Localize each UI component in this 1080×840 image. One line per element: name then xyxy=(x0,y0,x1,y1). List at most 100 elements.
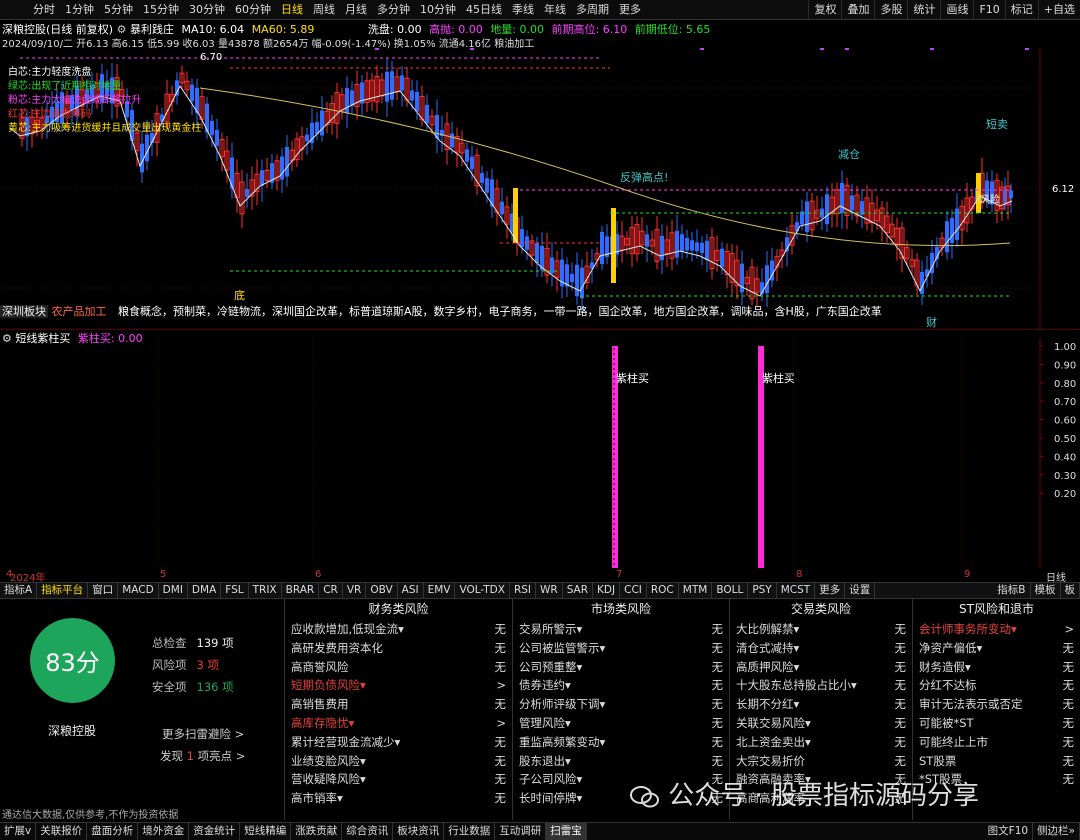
risk-item[interactable]: 应收款增加,低现金流▾ 无 xyxy=(285,620,512,639)
indicator-tab[interactable]: ASI xyxy=(398,583,424,598)
risk-item[interactable]: 高库存隐忧▾ > xyxy=(285,714,512,733)
risk-item[interactable]: 十大股东总持股占比小▾ 无 xyxy=(730,676,912,695)
score-circle[interactable]: 83分 xyxy=(30,618,115,703)
period-tab[interactable]: 日线 xyxy=(276,3,308,17)
period-tab[interactable]: 周线 xyxy=(308,3,340,17)
period-tab[interactable]: 多分钟 xyxy=(372,3,415,17)
indicator-tab[interactable]: FSL xyxy=(221,583,249,598)
risk-item[interactable]: ST股票 无 xyxy=(913,752,1080,771)
risk-item[interactable]: 高商誉风险 无 xyxy=(285,658,512,677)
indicator-tab[interactable]: OBV xyxy=(366,583,398,598)
indicator-tab[interactable]: TRIX xyxy=(249,583,282,598)
risk-item[interactable]: 交易所警示▾ 无 xyxy=(513,620,729,639)
risk-item[interactable]: 营收疑降风险▾ 无 xyxy=(285,770,512,789)
period-tab[interactable]: 更多 xyxy=(614,3,646,17)
risk-item[interactable]: 债券违约▾ 无 xyxy=(513,676,729,695)
bottom-tab[interactable]: 板块资讯 xyxy=(393,823,445,840)
tool-button[interactable]: 复权 xyxy=(808,0,841,20)
risk-item[interactable]: 重监高频繁变动▾ 无 xyxy=(513,733,729,752)
indicator-tab[interactable]: DMA xyxy=(188,583,222,598)
risk-item[interactable]: 审计无法表示或否定 无 xyxy=(913,695,1080,714)
bottom-tab[interactable]: 盘面分析 xyxy=(87,823,139,840)
period-tab[interactable]: 15分钟 xyxy=(138,3,184,17)
period-tab[interactable]: 10分钟 xyxy=(415,3,461,17)
risk-item[interactable]: 高研发费用资本化 无 xyxy=(285,639,512,658)
indicator-tab[interactable]: 指标平台 xyxy=(37,583,89,598)
indicator-tab[interactable]: BRAR xyxy=(282,583,320,598)
indicator-tab[interactable]: VR xyxy=(343,583,367,598)
risk-item[interactable]: 高销售费用 无 xyxy=(285,695,512,714)
risk-item[interactable]: 高市销率▾ 无 xyxy=(285,789,512,808)
period-tab[interactable]: 季线 xyxy=(507,3,539,17)
indicator-tab[interactable]: MACD xyxy=(118,583,159,598)
bottom-tab[interactable]: 互动调研 xyxy=(495,823,547,840)
tool-button[interactable]: F10 xyxy=(973,0,1004,20)
tool-button[interactable]: 画线 xyxy=(940,0,973,20)
risk-item[interactable]: 分红不达标 无 xyxy=(913,676,1080,695)
bottom-tab[interactable]: 短线精编 xyxy=(240,823,292,840)
risk-item[interactable]: 业绩变脸风险▾ 无 xyxy=(285,752,512,771)
bottom-tab[interactable]: 综合资讯 xyxy=(342,823,394,840)
indicator-tab[interactable]: MCST xyxy=(777,583,816,598)
tool-button[interactable]: 统计 xyxy=(907,0,940,20)
indicator-tab[interactable]: CCI xyxy=(620,583,647,598)
risk-item[interactable]: 可能被*ST 无 xyxy=(913,714,1080,733)
period-tab[interactable]: 月线 xyxy=(340,3,372,17)
period-tab[interactable]: 多周期 xyxy=(571,3,614,17)
more-scan-link[interactable]: 更多扫雷避险 > xyxy=(162,726,244,742)
bottom-tab[interactable]: 资金统计 xyxy=(189,823,241,840)
period-tab[interactable]: 5分钟 xyxy=(99,3,138,17)
indicator-tab[interactable]: KDJ xyxy=(593,583,621,598)
period-tab[interactable]: 分时 xyxy=(28,3,60,17)
risk-item[interactable]: 清仓式减持▾ 无 xyxy=(730,639,912,658)
risk-item[interactable]: 财务造假▾ 无 xyxy=(913,658,1080,677)
bottom-tab[interactable]: 行业数据 xyxy=(444,823,496,840)
indicator-tab[interactable]: WR xyxy=(536,583,563,598)
indicator-tab[interactable]: VOL-TDX xyxy=(455,583,510,598)
risk-item[interactable]: 净资产偏低▾ 无 xyxy=(913,639,1080,658)
bottom-tab[interactable]: 境外资金 xyxy=(138,823,190,840)
period-tab[interactable]: 1分钟 xyxy=(60,3,99,17)
risk-item[interactable]: 累计经营现金流减少▾ 无 xyxy=(285,733,512,752)
bottom-right-tab[interactable]: 图文F10 xyxy=(984,823,1034,840)
tool-button[interactable]: 叠加 xyxy=(841,0,874,20)
indicator-tab[interactable]: 更多 xyxy=(815,583,846,598)
risk-item[interactable]: 高质押风险▾ 无 xyxy=(730,658,912,677)
bottom-right-tab[interactable]: 侧边栏» xyxy=(1033,823,1080,840)
indicator-tab[interactable]: CR xyxy=(319,583,343,598)
bottom-tab[interactable]: 扫雷宝 xyxy=(546,823,587,840)
indicator-tab-right[interactable]: 指标B xyxy=(993,583,1031,598)
indicator-tab[interactable]: SAR xyxy=(563,583,594,598)
bottom-tab[interactable]: 涨跌贡献 xyxy=(291,823,343,840)
highlight-link[interactable]: 发现 1 项亮点 > xyxy=(160,748,245,764)
indicator-tab[interactable]: 窗口 xyxy=(88,583,119,598)
tool-button[interactable]: 多股 xyxy=(874,0,907,20)
indicator-tab[interactable]: MTM xyxy=(679,583,713,598)
risk-item[interactable]: 公司预重整▾ 无 xyxy=(513,658,729,677)
risk-item[interactable]: 管理风险▾ 无 xyxy=(513,714,729,733)
period-tab[interactable]: 年线 xyxy=(539,3,571,17)
risk-item[interactable]: 股东退出▾ 无 xyxy=(513,752,729,771)
indicator-tab[interactable]: EMV xyxy=(424,583,456,598)
risk-item[interactable]: 短期负债风险▾ > xyxy=(285,676,512,695)
period-tab[interactable]: 60分钟 xyxy=(230,3,276,17)
indicator-tab[interactable]: 设置 xyxy=(845,583,876,598)
period-tab[interactable]: 45日线 xyxy=(461,3,507,17)
indicator-tab[interactable]: DMI xyxy=(159,583,188,598)
indicator-tab[interactable]: ROC xyxy=(647,583,679,598)
bottom-tab[interactable]: 扩展v xyxy=(0,823,37,840)
indicator-tab[interactable]: BOLL xyxy=(712,583,749,598)
period-tab[interactable]: 30分钟 xyxy=(184,3,230,17)
sub-indicator-chart[interactable]: 1.00 0.90 0.80 0.70 0.60 0.50 0.40 0.30 0.20 紫柱买 紫… xyxy=(0,338,1080,568)
indicator-tab[interactable]: PSY xyxy=(748,583,777,598)
risk-item[interactable]: 大宗交易折价 无 xyxy=(730,752,912,771)
risk-item[interactable]: 会计师事务所变动▾ > xyxy=(913,620,1080,639)
bottom-tab[interactable]: 关联报价 xyxy=(36,823,88,840)
indicator-tab[interactable]: RSI xyxy=(510,583,536,598)
risk-item[interactable]: 公司被监管警示▾ 无 xyxy=(513,639,729,658)
indicator-tab-right[interactable]: 模板 xyxy=(1031,583,1061,598)
indicator-tab-right[interactable]: 板 xyxy=(1061,583,1080,598)
risk-item[interactable]: 大比例解禁▾ 无 xyxy=(730,620,912,639)
indicator-tab[interactable]: 指标A xyxy=(0,583,38,598)
risk-item[interactable]: 可能终止上市 无 xyxy=(913,733,1080,752)
